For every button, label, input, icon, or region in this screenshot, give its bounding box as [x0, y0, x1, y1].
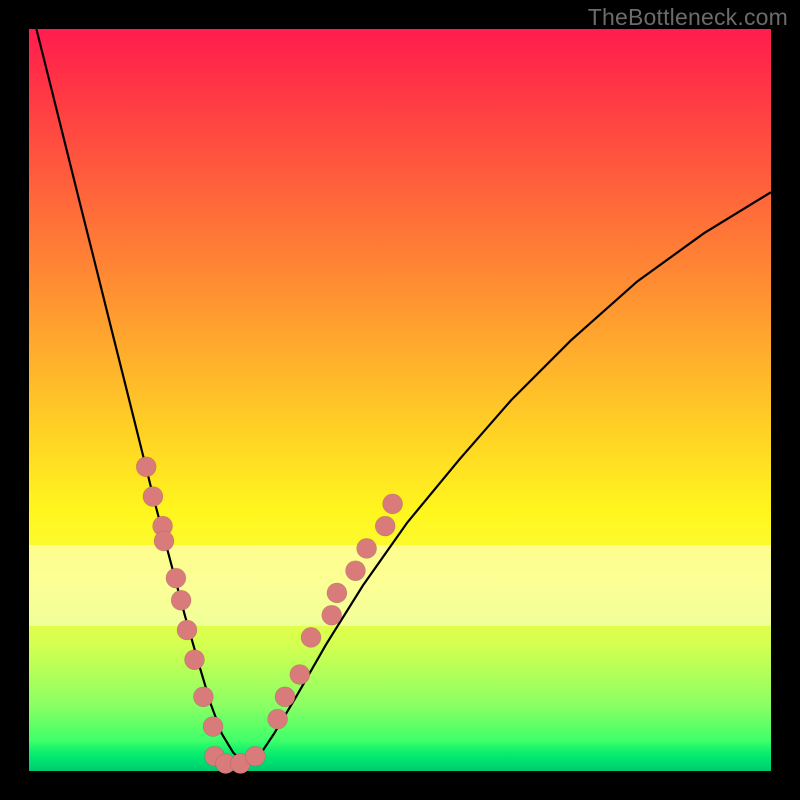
data-dot [322, 605, 342, 625]
data-dots [136, 457, 402, 774]
data-dot [346, 561, 366, 581]
data-dot [327, 583, 347, 603]
data-dot [143, 487, 163, 507]
data-dot [203, 717, 223, 737]
data-dot [185, 650, 205, 670]
chart-frame: TheBottleneck.com [0, 0, 800, 800]
data-dot [154, 531, 174, 551]
data-dot [383, 494, 403, 514]
watermark-text: TheBottleneck.com [588, 4, 788, 31]
data-dot [290, 665, 310, 685]
bottleneck-curve [36, 29, 771, 764]
data-dot [177, 620, 197, 640]
chart-overlay [29, 29, 771, 771]
data-dot [375, 516, 395, 536]
data-dot [193, 687, 213, 707]
data-dot [268, 709, 288, 729]
data-dot [245, 746, 265, 766]
data-dot [301, 627, 321, 647]
data-dot [171, 590, 191, 610]
data-dot [275, 687, 295, 707]
data-dot [136, 457, 156, 477]
data-dot [166, 568, 186, 588]
data-dot [357, 538, 377, 558]
